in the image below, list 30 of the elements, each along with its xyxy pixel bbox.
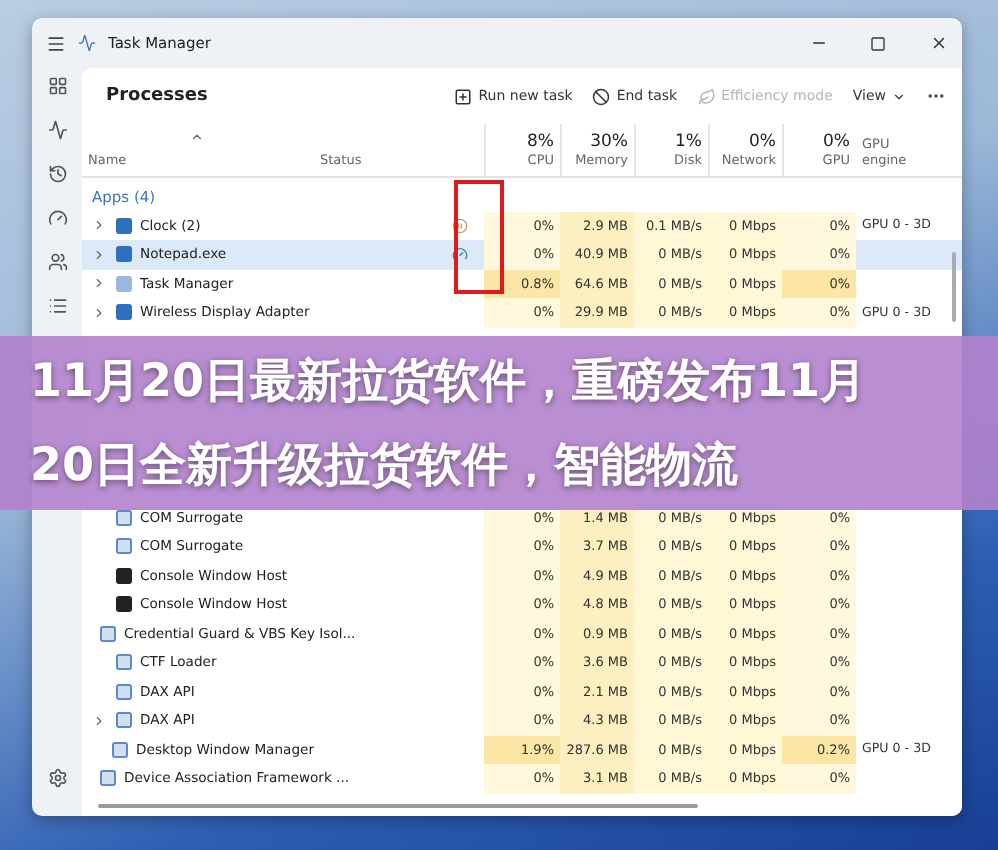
column-total: 1% [675,132,702,152]
grid-icon[interactable] [47,76,67,96]
menu-icon[interactable] [46,33,66,53]
expand-icon[interactable] [92,276,106,291]
panel-title: Processes [106,86,210,106]
column-total: 30% [590,132,628,152]
horizontal-scrollbar[interactable] [98,804,698,808]
close-icon[interactable] [929,34,947,52]
gauge-icon[interactable] [47,208,67,228]
expand-icon[interactable] [92,247,106,262]
expand-icon[interactable] [92,713,106,728]
settings-icon[interactable] [47,768,67,788]
end-task-icon [592,87,611,105]
app-logo-icon [78,34,96,52]
expand-icon[interactable] [92,305,106,320]
maximize-icon[interactable] [870,35,886,51]
column-total: 0% [749,132,776,152]
users-icon[interactable] [47,252,67,272]
add-task-icon [454,87,473,105]
vertical-scrollbar[interactable] [952,252,956,322]
headline-text: 11月20日最新拉货软件，重磅发布11月20日全新升级拉货软件，智能物流 [30,353,869,495]
column-total: 0% [823,132,850,152]
highlight-frame [454,180,504,294]
leaf-icon [697,87,716,105]
sort-icon[interactable] [190,130,204,144]
history-icon[interactable] [47,164,67,184]
expand-icon[interactable] [92,218,106,233]
pulse-icon[interactable] [47,120,67,140]
chevron-down-icon [892,89,906,103]
column-total: 8% [527,132,554,152]
